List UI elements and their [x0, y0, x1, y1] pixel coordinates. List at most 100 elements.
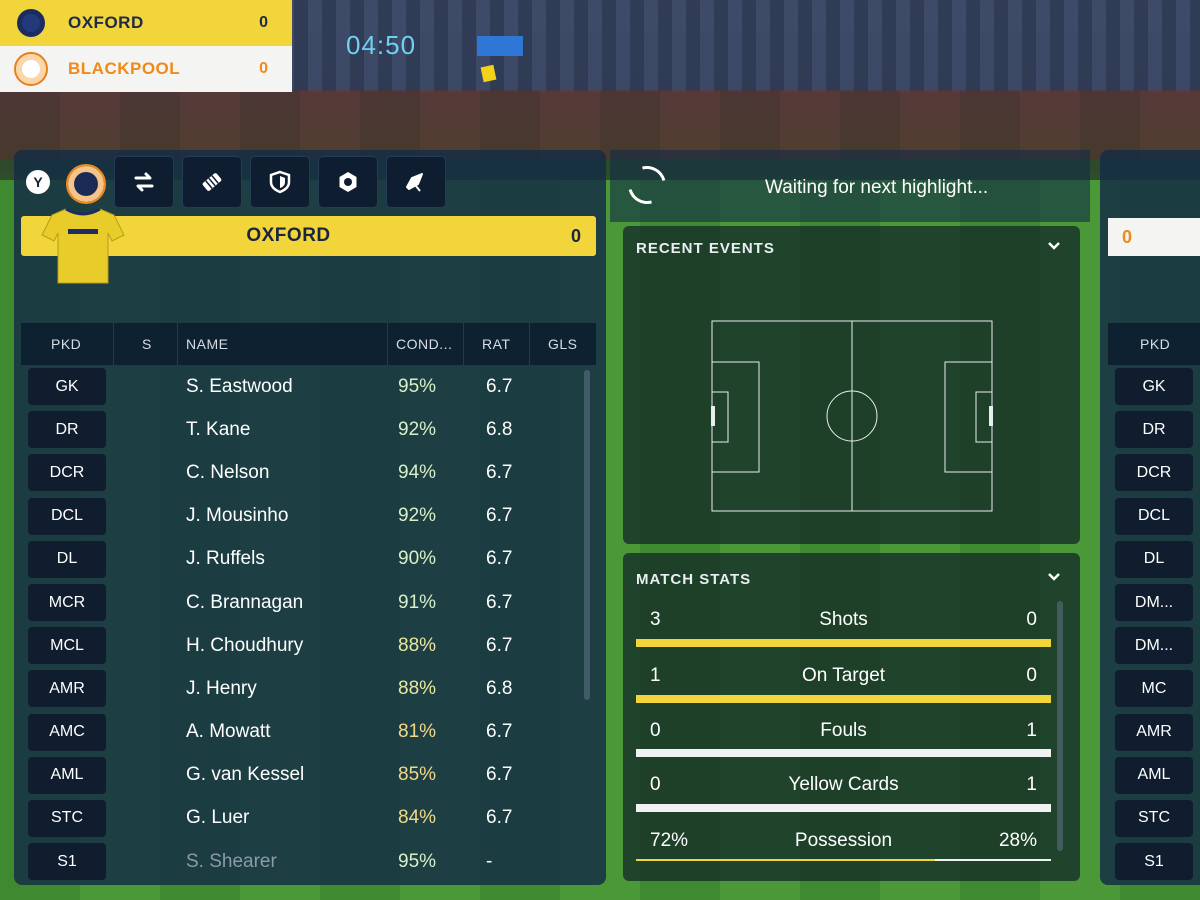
pitch-map [711, 320, 993, 512]
table-row[interactable]: GK S. Eastwood 95% 6.7 [28, 365, 588, 408]
settings-button[interactable] [318, 156, 378, 208]
player-condition: 85% [398, 764, 437, 786]
stat-label: Possession [794, 830, 893, 851]
team-crest-icon [66, 164, 106, 204]
team-bar-score: 0 [570, 225, 581, 246]
table-row[interactable]: MCR C. Brannagan 91% 6.7 [28, 581, 588, 624]
player-condition: 84% [398, 807, 437, 829]
player-condition: 91% [398, 591, 437, 613]
table-row[interactable]: DCR [1115, 451, 1193, 494]
player-rating: 6.7 [486, 764, 513, 786]
table-row[interactable]: AML G. van Kessel 85% 6.7 [28, 754, 588, 797]
blackpool-crest-icon [14, 52, 48, 86]
player-name: J. Ruffels [186, 548, 265, 570]
player-condition: 92% [398, 418, 437, 440]
recent-events-panel: RECENT EVENTS [623, 226, 1080, 544]
position-badge: MCL [28, 627, 106, 665]
hexagon-icon [339, 172, 357, 192]
player-name: T. Kane [186, 418, 251, 440]
stats-scrollbar[interactable] [1057, 601, 1063, 851]
position-badge: MCR [28, 584, 106, 622]
position-badge: DCR [1115, 454, 1193, 492]
player-rating: 6.8 [486, 418, 513, 440]
table-row[interactable]: DM... [1115, 581, 1193, 624]
player-name: A. Mowatt [186, 721, 271, 743]
match-stats-title: MATCH STATS [636, 571, 752, 588]
stat-away-value: 1 [1026, 720, 1037, 741]
column-header-s[interactable]: S [113, 323, 177, 365]
player-name: C. Brannagan [186, 591, 304, 613]
table-row[interactable]: DR [1115, 408, 1193, 451]
stat-away-value: 0 [1026, 609, 1037, 630]
table-row[interactable]: DR T. Kane 92% 6.8 [28, 408, 588, 451]
chevron-down-icon[interactable] [1046, 569, 1062, 585]
tactics-toolbar [114, 156, 446, 208]
column-header-condition[interactable]: COND... [387, 323, 463, 365]
home-team-panel: Y OXFORD 0 PKD S NAME COND... RAT GLS GK… [14, 150, 606, 885]
player-list-scrollbar[interactable] [584, 370, 590, 700]
table-row[interactable]: AMC A. Mowatt 81% 6.7 [28, 711, 588, 754]
stat-label: Fouls [820, 720, 867, 741]
player-rating: 6.7 [486, 807, 513, 829]
table-row[interactable]: AML [1115, 754, 1193, 797]
player-condition: 88% [398, 634, 437, 656]
player-list: GK S. Eastwood 95% 6.7 DR T. Kane 92% 6.8 DCR C… [28, 365, 588, 883]
team-shirt-icon [41, 207, 125, 284]
chevron-down-icon[interactable] [1046, 238, 1062, 254]
table-row[interactable]: DCL J. Mousinho 92% 6.7 [28, 495, 588, 538]
table-row[interactable]: MCL H. Choudhury 88% 6.7 [28, 624, 588, 667]
position-badge: STC [28, 799, 106, 837]
player-rating: 6.7 [486, 634, 513, 656]
column-header-name[interactable]: NAME [177, 323, 387, 365]
position-badge: MC [1115, 670, 1193, 708]
table-row[interactable]: AMR J. Henry 88% 6.8 [28, 667, 588, 710]
table-row[interactable]: DCR C. Nelson 94% 6.7 [28, 451, 588, 494]
table-row[interactable]: DM... [1115, 624, 1193, 667]
column-header-goals[interactable]: GLS [529, 323, 596, 365]
y-button-badge[interactable]: Y [26, 170, 50, 194]
player-condition: 88% [398, 677, 437, 699]
column-header-pkd[interactable]: PKD [1108, 323, 1200, 365]
table-row[interactable]: DL [1115, 538, 1193, 581]
table-row[interactable]: STC G. Luer 84% 6.7 [28, 797, 588, 840]
player-table-header: PKD S NAME COND... RAT GLS [21, 323, 596, 365]
column-header-pkd[interactable]: PKD [21, 336, 113, 352]
table-row[interactable]: S1 [1115, 840, 1193, 883]
position-badge: DR [1115, 411, 1193, 449]
player-name: C. Nelson [186, 461, 270, 483]
position-badge: DL [1115, 540, 1193, 578]
position-badge: DCL [1115, 497, 1193, 535]
player-rating: 6.7 [486, 505, 513, 527]
position-badge: DL [28, 540, 106, 578]
yellow-card-icon [480, 64, 497, 83]
column-header-rating[interactable]: RAT [463, 323, 529, 365]
table-row[interactable]: AMR [1115, 711, 1193, 754]
position-badge: AMR [1115, 713, 1193, 751]
table-row[interactable]: S1 S. Shearer 95% - [28, 840, 588, 883]
table-row[interactable]: STC [1115, 797, 1193, 840]
position-badge: DM... [1115, 627, 1193, 665]
away-team-bar-score: 0 [1108, 218, 1200, 256]
possession-home-fill [636, 859, 935, 861]
tactics-board-button[interactable] [182, 156, 242, 208]
shout-button[interactable] [386, 156, 446, 208]
table-row[interactable]: GK [1115, 365, 1193, 408]
stat-bar-on-target [636, 695, 1051, 703]
stat-bar-yellow-cards [636, 804, 1051, 812]
scoreboard: OXFORD 0 BLACKPOOL 0 [0, 0, 292, 92]
scoreboard-away-row: BLACKPOOL 0 [0, 46, 292, 92]
tactics-board-icon [202, 173, 222, 191]
table-row[interactable]: DL J. Ruffels 90% 6.7 [28, 538, 588, 581]
table-row[interactable]: MC [1115, 667, 1193, 710]
substitution-button[interactable] [114, 156, 174, 208]
stat-bar-shots [636, 639, 1051, 647]
position-badge: DCL [28, 497, 106, 535]
team-instructions-button[interactable] [250, 156, 310, 208]
stat-bar-possession [636, 859, 1051, 867]
position-badge: AML [1115, 756, 1193, 794]
shield-icon [269, 170, 291, 194]
player-rating: 6.8 [486, 677, 513, 699]
scoreboard-home-row: OXFORD 0 [0, 0, 292, 46]
table-row[interactable]: DCL [1115, 495, 1193, 538]
position-badge: AML [28, 756, 106, 794]
